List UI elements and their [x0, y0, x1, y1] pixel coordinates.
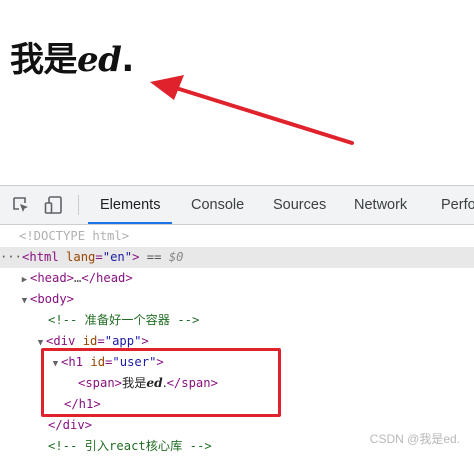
body-open-tag: <body> [30, 292, 75, 306]
dom-node-h1-user[interactable]: ▼ <h1 id="user"> [0, 352, 474, 373]
h1-open-tag: <h1 [61, 355, 84, 369]
devtools-panel: Elements Console Sources Network Perfo <… [0, 185, 474, 456]
rendered-h1-user: 我是ed. [10, 32, 134, 81]
div-id-value: "app" [104, 334, 142, 348]
rendered-heading-suffix: . [121, 40, 134, 80]
dom-node-span[interactable]: <span>我是ed.</span> [0, 373, 474, 394]
annotation-arrow [150, 75, 354, 145]
dom-node-doctype[interactable]: <!DOCTYPE html> [0, 226, 474, 247]
selected-eq: == [146, 250, 162, 264]
h1-id-value: "user" [112, 355, 157, 369]
div-close-bracket: > [141, 334, 149, 348]
inspect-element-icon[interactable] [11, 195, 31, 215]
doctype-text: <!DOCTYPE html> [19, 229, 130, 243]
dom-node-div-app[interactable]: ▼ <div id="app"> [0, 331, 474, 352]
dom-node-html[interactable]: ···<html lang="en"> == $0 [0, 247, 474, 268]
toolbar-divider [78, 195, 79, 215]
div-close-tag: </div> [48, 418, 93, 432]
dom-node-h1-close[interactable]: </h1> [0, 394, 474, 415]
tab-network[interactable]: Network [354, 186, 407, 224]
collapse-triangle-icon[interactable]: ▼ [19, 291, 30, 312]
devtools-toolbar: Elements Console Sources Network Perfo [0, 186, 474, 225]
div-open-tag: <div [46, 334, 76, 348]
comment-react-text: <!-- 引入react核心库 --> [48, 439, 212, 453]
rendered-heading-prefix: 我是 [10, 40, 78, 80]
collapse-triangle-icon[interactable]: ▼ [35, 333, 46, 354]
h1-close-bracket: > [156, 355, 164, 369]
html-open-tag: <html [22, 250, 59, 264]
selected-ref: $0 [168, 250, 184, 264]
dom-node-comment-container[interactable]: <!-- 准备好一个容器 --> [0, 310, 474, 331]
collapse-triangle-icon[interactable]: ▼ [50, 354, 61, 375]
tab-elements[interactable]: Elements [87, 186, 174, 224]
more-options-icon[interactable]: ··· [0, 250, 22, 264]
span-text: 我是ed. [122, 376, 167, 390]
dom-node-head[interactable]: ▶ <head>…</head> [0, 268, 474, 289]
div-id-attr: id [82, 334, 98, 348]
rendered-heading-em: ed [77, 40, 122, 80]
head-open-tag: <head> [30, 271, 75, 285]
html-lang-attr: lang [66, 250, 96, 264]
comment-container-text: <!-- 准备好一个容器 --> [48, 313, 200, 327]
tab-sources[interactable]: Sources [273, 186, 326, 224]
expand-triangle-icon[interactable]: ▶ [19, 270, 30, 291]
html-lang-value: "en" [102, 250, 133, 264]
span-text-em: ed [146, 376, 163, 390]
span-open-tag: <span> [78, 376, 123, 390]
head-close-tag: </head> [81, 271, 133, 285]
device-toolbar-icon[interactable] [44, 195, 64, 215]
span-text-prefix: 我是 [122, 376, 147, 390]
h1-id-attr: id [90, 355, 106, 369]
tab-performance[interactable]: Perfo [441, 186, 474, 224]
h1-close-tag: </h1> [64, 397, 101, 411]
span-close-tag: </span> [166, 376, 218, 390]
dom-node-body[interactable]: ▼ <body> [0, 289, 474, 310]
dom-tree: <!DOCTYPE html> ···<html lang="en"> == $… [0, 225, 474, 456]
html-close-bracket: > [132, 250, 140, 264]
csdn-watermark: CSDN @我是ed. [369, 432, 460, 446]
rendered-page: 我是ed. [0, 0, 474, 185]
tab-console[interactable]: Console [191, 186, 244, 224]
